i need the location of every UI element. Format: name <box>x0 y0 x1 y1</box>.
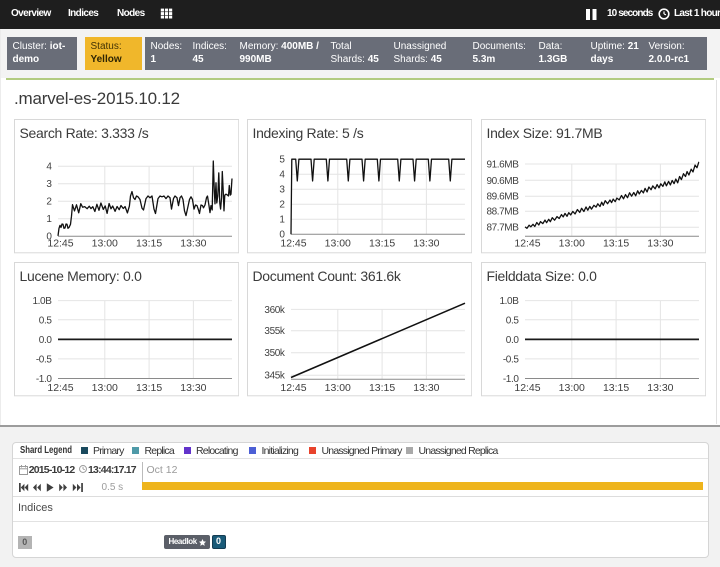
svg-text:1.0B: 1.0B <box>32 296 52 307</box>
svg-text:1.0B: 1.0B <box>500 296 520 307</box>
svg-text:90.6MB: 90.6MB <box>486 176 519 187</box>
svg-text:13:00: 13:00 <box>559 383 585 394</box>
svg-text:1: 1 <box>280 215 286 226</box>
svg-text:12:45: 12:45 <box>47 239 73 250</box>
svg-text:Index Size: 91.7MB: Index Size: 91.7MB <box>486 125 602 141</box>
svg-text:12:45: 12:45 <box>514 383 540 394</box>
svg-text:13:30: 13:30 <box>647 383 673 394</box>
svg-text:12:45: 12:45 <box>281 239 307 250</box>
svg-text:2: 2 <box>280 200 286 211</box>
svg-text:0.5: 0.5 <box>38 316 52 327</box>
svg-text:2: 2 <box>46 197 52 208</box>
svg-text:13:30: 13:30 <box>413 383 439 394</box>
svg-text:355k: 355k <box>265 326 285 337</box>
svg-text:Lucene Memory: 0.0: Lucene Memory: 0.0 <box>19 268 142 284</box>
svg-text:360k: 360k <box>265 305 285 316</box>
svg-text:1: 1 <box>46 214 52 225</box>
svg-text:13:00: 13:00 <box>325 239 351 250</box>
svg-text:4: 4 <box>46 162 52 173</box>
svg-text:3: 3 <box>280 185 286 196</box>
svg-text:Document Count: 361.6k: Document Count: 361.6k <box>253 268 402 284</box>
svg-text:13:30: 13:30 <box>413 239 439 250</box>
svg-text:5: 5 <box>280 155 286 166</box>
svg-text:Fielddata Size: 0.0: Fielddata Size: 0.0 <box>486 268 597 284</box>
svg-text:89.6MB: 89.6MB <box>486 192 519 203</box>
svg-text:345k: 345k <box>265 371 285 382</box>
svg-text:13:15: 13:15 <box>135 239 161 250</box>
svg-text:12:45: 12:45 <box>47 383 73 394</box>
svg-text:13:00: 13:00 <box>325 383 351 394</box>
svg-text:13:00: 13:00 <box>559 239 585 250</box>
svg-text:0.5: 0.5 <box>506 316 520 327</box>
svg-text:12:45: 12:45 <box>281 383 307 394</box>
svg-text:13:15: 13:15 <box>603 239 629 250</box>
svg-text:13:30: 13:30 <box>180 383 206 394</box>
svg-text:0.0: 0.0 <box>38 335 52 346</box>
svg-text:350k: 350k <box>265 348 285 359</box>
svg-text:87.7MB: 87.7MB <box>486 223 519 234</box>
svg-text:91.6MB: 91.6MB <box>486 160 519 171</box>
svg-text:13:15: 13:15 <box>369 383 395 394</box>
svg-text:Search Rate: 3.333 /s: Search Rate: 3.333 /s <box>19 125 148 141</box>
svg-text:13:15: 13:15 <box>369 239 395 250</box>
svg-text:3: 3 <box>46 179 52 190</box>
svg-text:13:00: 13:00 <box>91 239 117 250</box>
svg-text:13:15: 13:15 <box>135 383 161 394</box>
svg-text:13:30: 13:30 <box>180 239 206 250</box>
svg-text:-0.5: -0.5 <box>503 355 519 366</box>
svg-text:Indexing Rate: 5 /s: Indexing Rate: 5 /s <box>253 125 364 141</box>
svg-text:12:45: 12:45 <box>514 239 540 250</box>
svg-text:0.0: 0.0 <box>506 335 520 346</box>
svg-text:4: 4 <box>280 170 286 181</box>
svg-text:88.7MB: 88.7MB <box>486 207 519 218</box>
svg-text:-0.5: -0.5 <box>35 355 51 366</box>
svg-text:13:15: 13:15 <box>603 383 629 394</box>
svg-text:13:00: 13:00 <box>91 383 117 394</box>
svg-text:13:30: 13:30 <box>647 239 673 250</box>
